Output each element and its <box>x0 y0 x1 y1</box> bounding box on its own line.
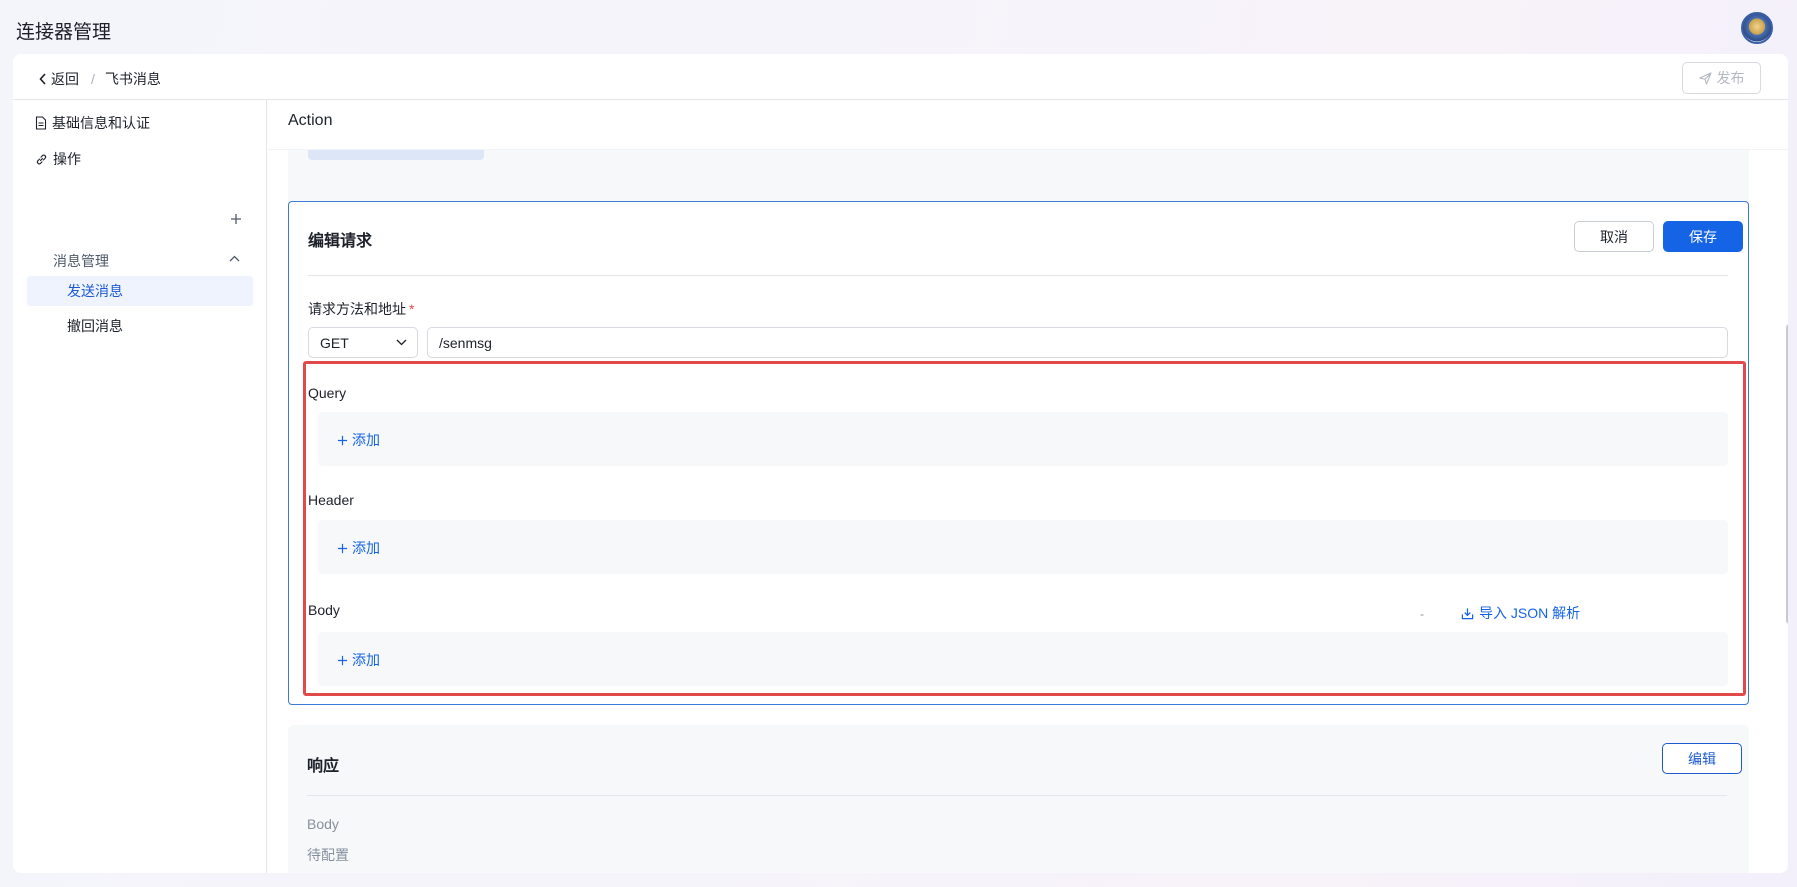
response-body-value: 待配置 <box>307 847 349 863</box>
sidebar-item-label: 基础信息和认证 <box>52 115 150 131</box>
page-title: 连接器管理 <box>16 22 112 43</box>
response-section: 响应 编辑 Body 待配置 <box>288 725 1749 873</box>
add-operation-icon[interactable] <box>230 210 242 228</box>
chevron-up-icon[interactable] <box>229 255 240 262</box>
link-icon <box>36 154 47 164</box>
publish-label: 发布 <box>1716 70 1745 86</box>
previous-section-pill <box>308 150 484 160</box>
chevron-left-icon <box>39 73 46 85</box>
url-input[interactable]: /senmsg <box>427 327 1728 358</box>
sidebar-item-operations[interactable]: 操作 <box>35 149 81 169</box>
avatar[interactable] <box>1741 12 1773 44</box>
publish-button[interactable]: 发布 <box>1682 62 1761 94</box>
breadcrumb-current: 飞书消息 <box>104 71 161 87</box>
chevron-down-icon <box>396 339 407 346</box>
back-label: 返回 <box>51 71 79 87</box>
main-header: Action <box>288 112 333 129</box>
method-value: GET <box>320 334 349 351</box>
sidebar-item-send-message[interactable]: 发送消息 <box>27 276 253 306</box>
divider <box>308 275 1728 276</box>
send-icon <box>1698 71 1712 85</box>
method-select[interactable]: GET <box>308 327 418 358</box>
sidebar-item-basic-info[interactable]: 基础信息和认证 <box>35 113 150 133</box>
edit-request-title: 编辑请求 <box>308 233 373 250</box>
top-bar: 返回 / 飞书消息 发布 <box>13 54 1788 100</box>
response-body-label: Body <box>307 816 339 832</box>
scrollbar[interactable] <box>1786 324 1788 624</box>
breadcrumb-separator: / <box>91 71 95 87</box>
response-title: 响应 <box>307 758 340 775</box>
save-button[interactable]: 保存 <box>1663 221 1743 252</box>
method-url-label-text: 请求方法和地址 <box>308 301 406 317</box>
sidebar-item-recall-message[interactable]: 撤回消息 <box>27 311 253 341</box>
cancel-button[interactable]: 取消 <box>1574 221 1654 252</box>
sidebar-item-label: 操作 <box>53 151 81 167</box>
document-icon <box>35 116 47 130</box>
required-mark: * <box>409 301 415 317</box>
sidebar: 基础信息和认证 操作 消息管理 发送消息 撤回消息 <box>13 100 267 873</box>
highlight-box <box>303 361 1746 696</box>
breadcrumb: 返回 / 飞书消息 <box>39 69 161 89</box>
sidebar-group-message[interactable]: 消息管理 <box>53 251 109 271</box>
back-link[interactable]: 返回 <box>39 69 79 89</box>
edit-response-button[interactable]: 编辑 <box>1662 743 1742 774</box>
method-url-label: 请求方法和地址 * <box>308 299 414 319</box>
divider <box>307 795 1727 796</box>
